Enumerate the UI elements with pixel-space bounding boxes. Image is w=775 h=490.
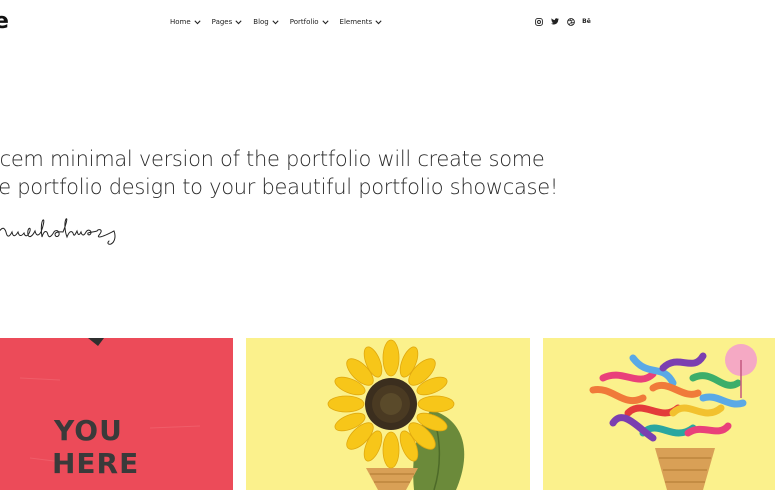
nav-elements-label: Elements [339,18,373,26]
main-nav: Home Pages Blog Portfolio Elements [170,16,393,28]
twitter-icon[interactable] [550,17,559,26]
intro-text: acem minimal version of the portfolio wi… [0,145,558,201]
portfolio-item-3[interactable] [543,338,775,490]
behance-icon[interactable]: Bē [582,17,591,26]
nav-pages[interactable]: Pages [212,16,243,28]
chevron-down-icon [321,19,329,24]
intro-line-2: ce portfolio design to your beautiful po… [0,175,558,199]
you-here-text: YOU HERE [52,414,140,480]
intro-line-1: acem minimal version of the portfolio wi… [0,147,545,171]
you-here-line-1: YOU [54,414,123,447]
sunflower-cone-image [246,338,530,490]
chevron-down-icon [272,19,279,24]
nav-elements[interactable]: Elements [340,16,383,28]
you-here-line-2: HERE [52,447,140,480]
nav-blog-label: Blog [253,18,269,26]
portfolio-item-2[interactable] [246,338,530,490]
chevron-down-icon [194,19,201,24]
nav-portfolio-label: Portfolio [289,18,319,26]
chevron-down-icon [375,19,382,24]
ribbon-bouquet-image [543,338,775,490]
social-links: Bē [534,17,598,26]
portfolio-item-1[interactable]: YOU HERE [0,338,233,490]
nav-pages-label: Pages [211,18,233,26]
site-logo[interactable]: e [0,11,9,33]
nav-blog[interactable]: Blog [253,16,279,28]
instagram-icon[interactable] [534,17,543,26]
dribbble-icon[interactable] [566,17,575,26]
nav-portfolio[interactable]: Portfolio [290,16,329,28]
behance-label: Bē [582,18,591,25]
signature-image [0,213,126,252]
nav-home[interactable]: Home [170,16,201,28]
nav-home-label: Home [170,18,191,26]
chevron-down-icon [235,19,242,24]
